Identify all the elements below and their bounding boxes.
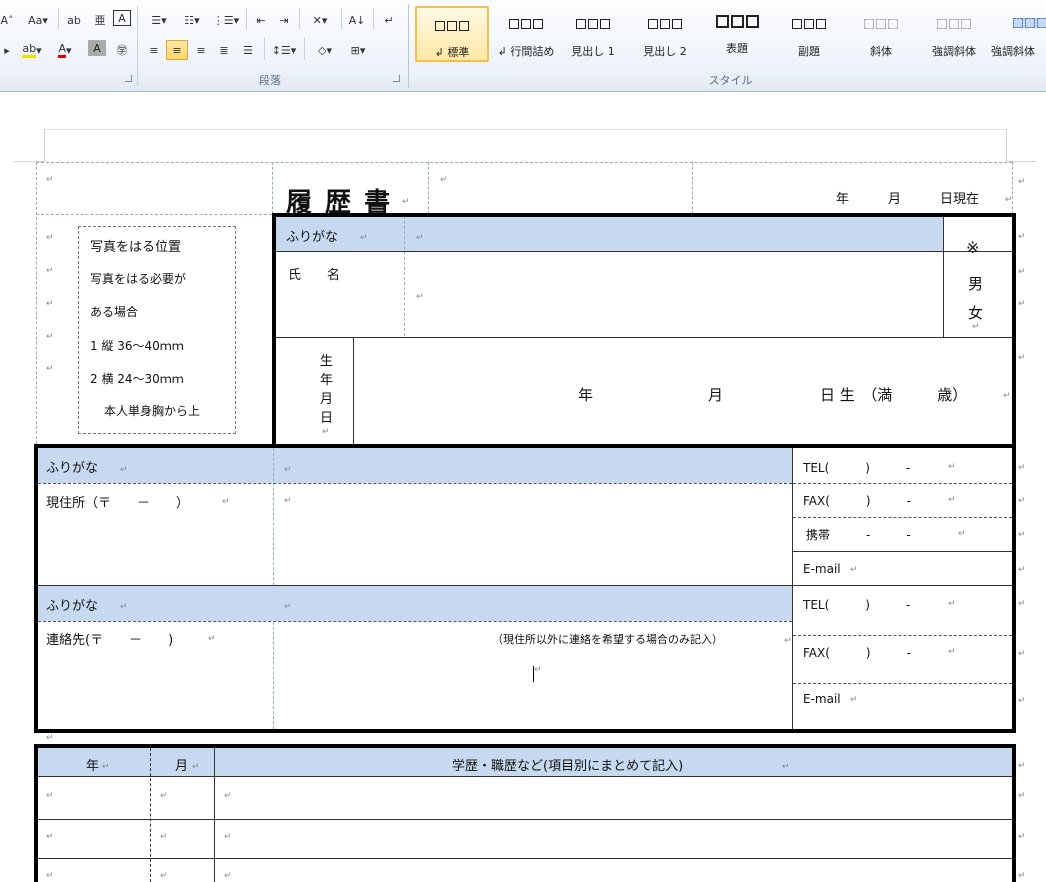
- phonetic-guide-icon[interactable]: ab: [64, 10, 84, 30]
- character-shading-icon[interactable]: A: [88, 40, 106, 56]
- style-subtle-emphasis-label: 斜体: [870, 45, 892, 58]
- character-border-icon[interactable]: A: [113, 10, 131, 26]
- photo-line-4: 2 横 24～30ｍｍ: [90, 372, 184, 386]
- contact-fax[interactable]: FAX( ) -: [803, 644, 911, 661]
- name-field[interactable]: [406, 254, 942, 334]
- birth-label: 生 年 月 日: [320, 354, 334, 426]
- photo-line-2: ある場合: [90, 305, 139, 319]
- enclosed-character-icon[interactable]: ㊫: [112, 40, 132, 60]
- style-subtitle[interactable]: 副題: [772, 6, 846, 62]
- format-painter-icon[interactable]: ▸: [0, 40, 14, 60]
- enclose-character-icon[interactable]: 亜: [90, 10, 110, 30]
- font-color-button[interactable]: A ▾: [52, 40, 78, 60]
- address-label: 現住所（〒 － ）: [46, 496, 190, 511]
- birth-day-age-label: 日 生 （満 歳）: [820, 386, 968, 404]
- line-spacing-button[interactable]: ↕☰▾: [270, 40, 298, 60]
- photo-title: 写真をはる位置: [90, 240, 182, 255]
- style-heading-2-label: 見出し 2: [643, 45, 687, 58]
- history-header-year: 年: [86, 759, 100, 774]
- paragraph-group-label: 段落: [259, 74, 281, 87]
- grow-font-icon[interactable]: A˄: [0, 10, 14, 30]
- font-dialog-launcher[interactable]: [125, 75, 132, 82]
- address-tel[interactable]: TEL( ) -: [803, 459, 910, 476]
- address-field[interactable]: [276, 486, 790, 584]
- borders-button[interactable]: ⊞▾: [344, 40, 372, 60]
- numbering-button[interactable]: ☷▾: [178, 10, 206, 30]
- gender-note-mark: ※: [966, 238, 980, 257]
- birth-year-label: 年: [578, 386, 594, 404]
- history-header-month: 月: [175, 759, 189, 774]
- style-subtitle-label: 副題: [798, 45, 820, 58]
- decrease-indent-icon[interactable]: ⇤: [252, 10, 270, 30]
- style-normal-label: 標準: [447, 46, 470, 59]
- justify-icon[interactable]: ≣: [215, 40, 233, 60]
- style-heading-1[interactable]: 見出し 1: [556, 6, 630, 62]
- style-no-spacing[interactable]: ↲ 行間詰め: [489, 6, 563, 62]
- style-intense-emphasis-label: 強調斜体: [991, 45, 1035, 58]
- address-fax[interactable]: FAX( ) -: [803, 492, 911, 509]
- gender-female[interactable]: 女: [968, 302, 983, 323]
- align-left-icon[interactable]: ≡: [145, 40, 163, 60]
- history-header-content: 学歴・職歴など(項目別にまとめて記入): [452, 759, 684, 774]
- style-heading-2[interactable]: 見出し 2: [628, 6, 702, 62]
- distributed-icon[interactable]: ☰: [238, 40, 258, 60]
- align-right-icon[interactable]: ≡: [192, 40, 210, 60]
- birth-month-label: 月: [708, 386, 724, 404]
- contact-tel[interactable]: TEL( ) -: [803, 596, 910, 613]
- highlight-color-button[interactable]: ab ▾: [18, 40, 46, 60]
- style-subtle-emphasis[interactable]: 斜体: [844, 6, 918, 62]
- date-now: 年 月 日現在: [836, 192, 980, 207]
- photo-line-3: 1 縦 36～40ｍｍ: [90, 339, 184, 353]
- address-mobile[interactable]: 携帯 - -: [806, 526, 911, 543]
- show-formatting-marks-icon[interactable]: ↵: [380, 10, 398, 30]
- styles-group-label: スタイル: [708, 74, 753, 87]
- name-label: 氏 名: [288, 268, 341, 283]
- photo-line-5: 本人単身胸から上: [104, 404, 201, 418]
- contact-furigana-label: ふりがな: [46, 599, 99, 614]
- contact-email[interactable]: E-mail: [803, 692, 841, 706]
- change-case-label: Aa: [28, 13, 43, 27]
- style-no-spacing-label: 行間詰め: [510, 45, 555, 58]
- increase-indent-icon[interactable]: ⇥: [275, 10, 293, 30]
- contact-label: 連絡先(〒 － ): [46, 633, 174, 648]
- multilevel-list-button[interactable]: ⋮☰▾: [211, 10, 241, 30]
- shading-button[interactable]: ◇▾: [310, 40, 340, 60]
- name-furigana-label: ふりがな: [286, 230, 339, 245]
- address-email[interactable]: E-mail: [803, 562, 841, 576]
- address-furigana-label: ふりがな: [46, 461, 99, 476]
- style-normal[interactable]: ↲ 標準: [415, 6, 489, 62]
- bullets-button[interactable]: ☰▾: [145, 10, 173, 30]
- sort-icon[interactable]: A↓: [347, 10, 367, 30]
- paragraph-dialog-launcher[interactable]: [393, 75, 400, 82]
- gender-male[interactable]: 男: [968, 273, 983, 294]
- photo-line-1: 写真をはる必要が: [90, 272, 187, 286]
- style-emphasis-label: 強調斜体: [932, 45, 976, 58]
- contact-field[interactable]: [276, 624, 790, 728]
- style-title[interactable]: 表題: [700, 6, 774, 62]
- asian-layout-button[interactable]: ✕▾: [305, 10, 335, 30]
- style-heading-1-label: 見出し 1: [571, 45, 615, 58]
- change-case-button[interactable]: Aa ▾: [24, 10, 52, 30]
- style-title-label: 表題: [726, 42, 748, 55]
- align-center-icon[interactable]: ≡: [166, 40, 188, 60]
- style-intense-emphasis[interactable]: 強調斜体: [980, 6, 1046, 62]
- ribbon: A˄ Aa ▾ ab 亜 A ▸ ab ▾ A ▾ A ㊫ ☰▾ ☷▾ ⋮☰▾ ⇤ ⇥…: [0, 0, 1046, 92]
